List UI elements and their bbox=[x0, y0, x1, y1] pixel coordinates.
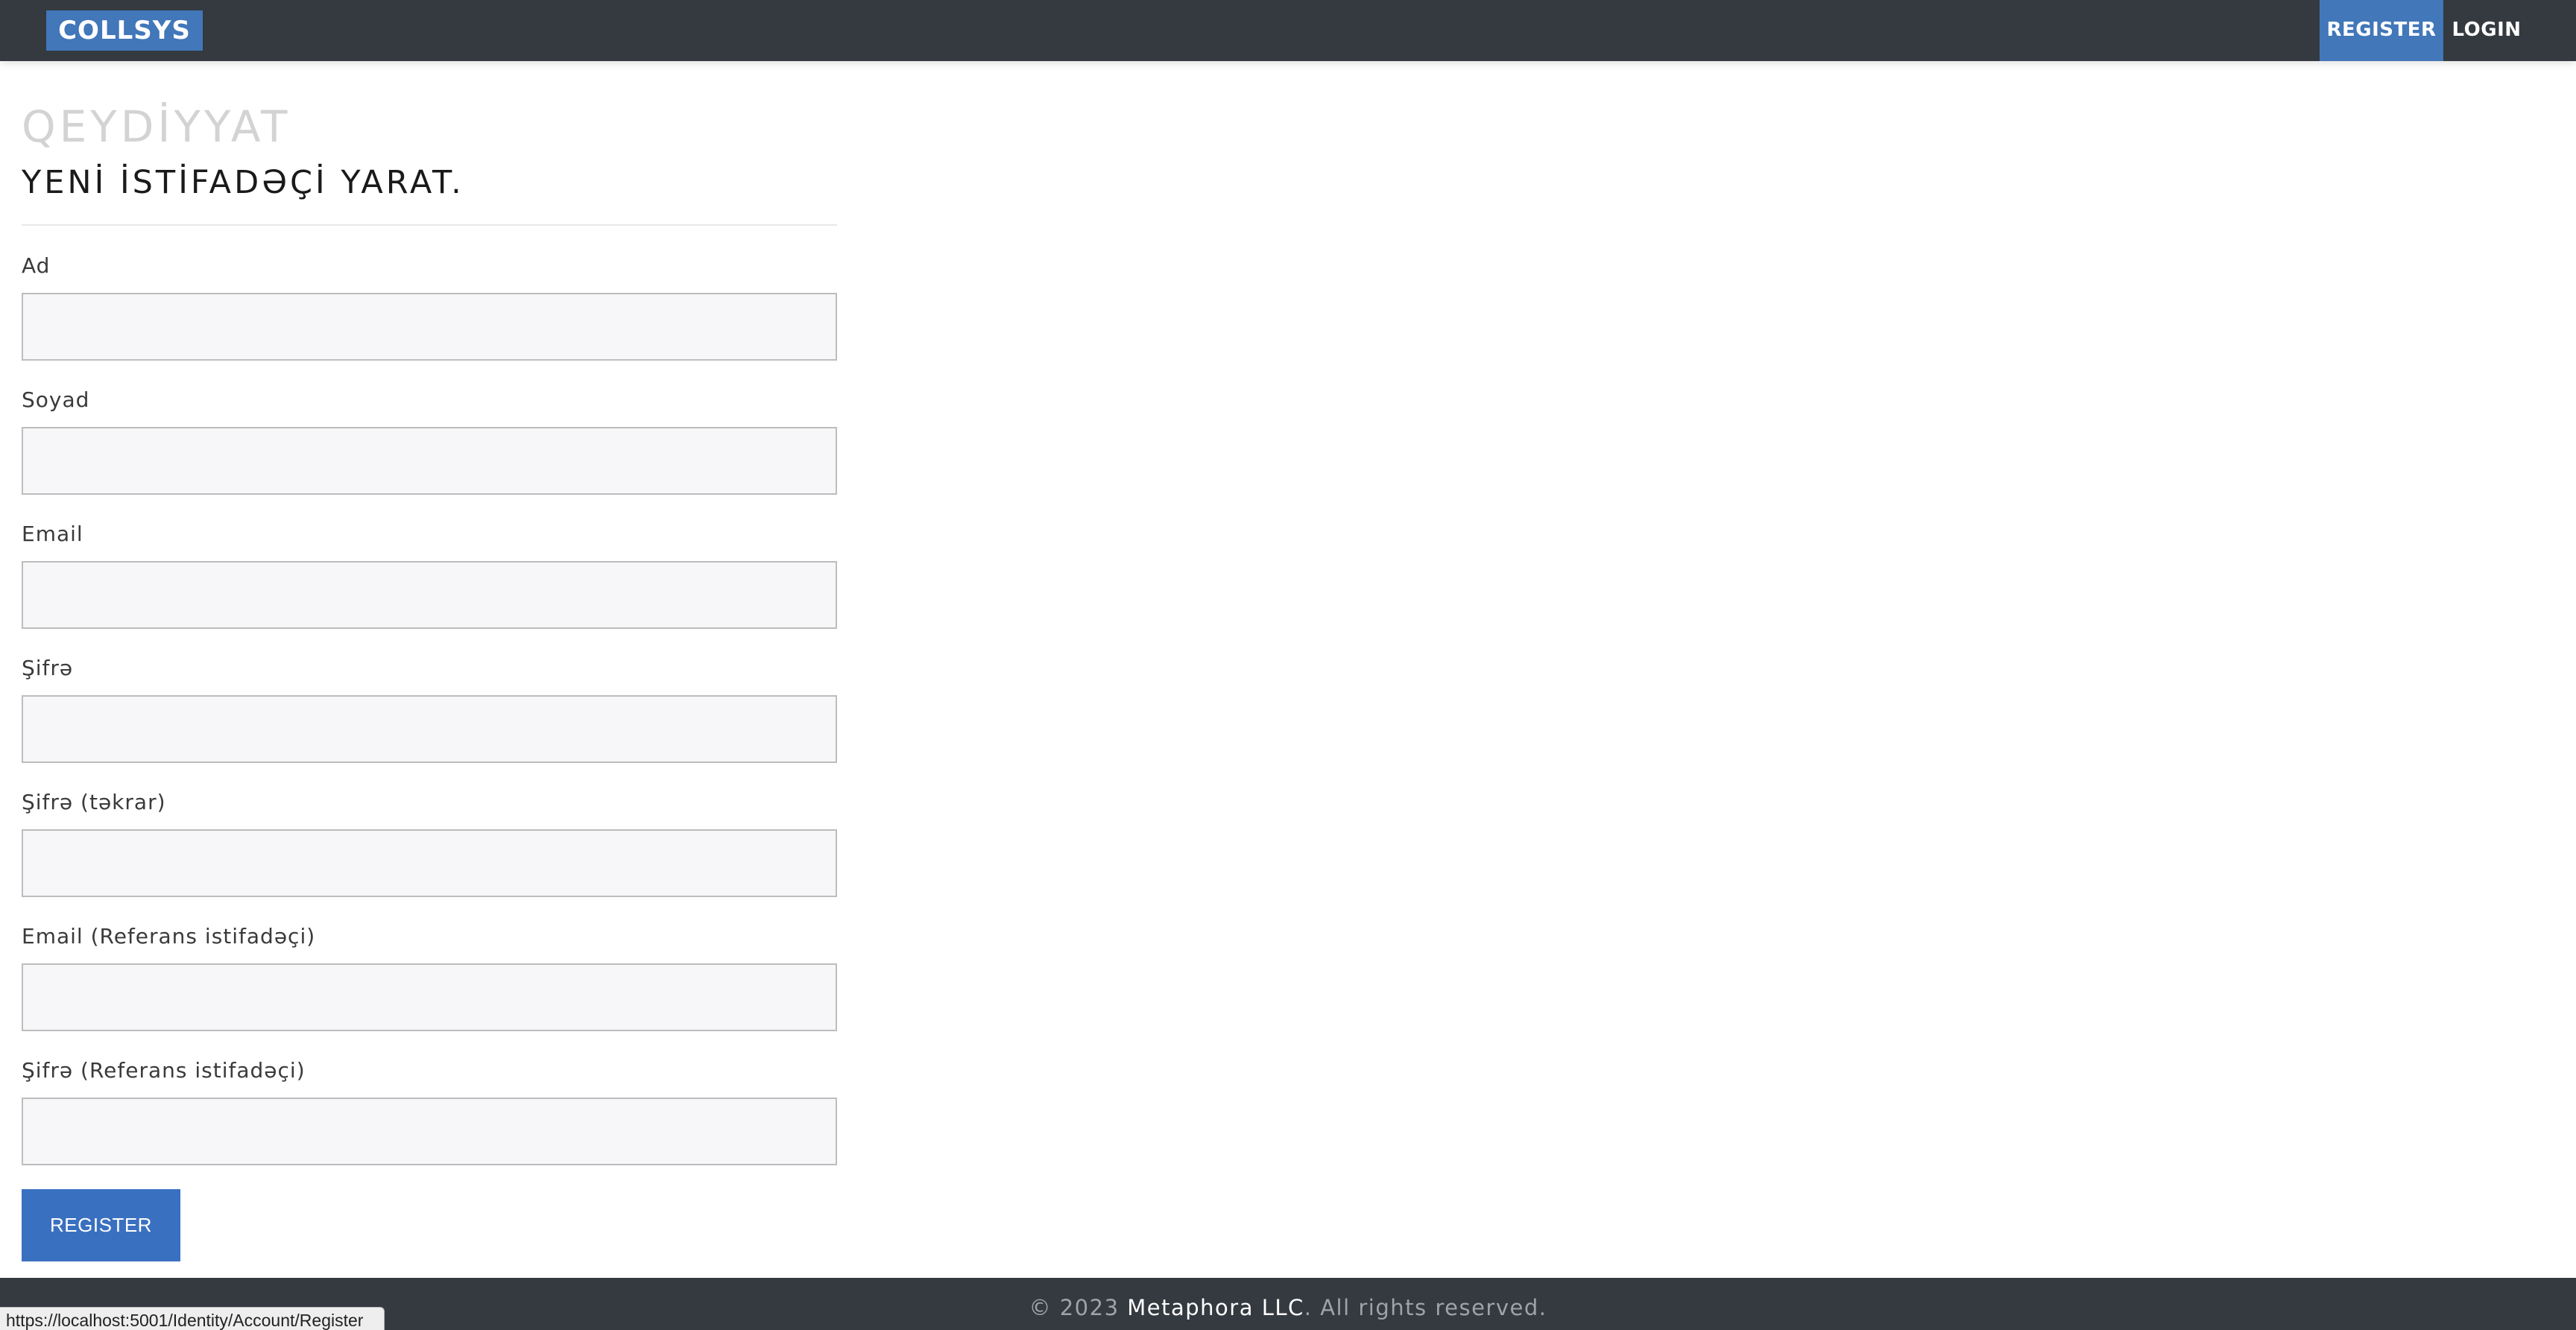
password-input[interactable] bbox=[22, 695, 837, 763]
footer-rights: . All rights reserved. bbox=[1304, 1295, 1547, 1320]
referral-password-input[interactable] bbox=[22, 1098, 837, 1165]
referral-password-label: Şifrə (Referans istifadəçi) bbox=[22, 1058, 306, 1083]
top-navbar: COLLSYS REGISTER LOGIN bbox=[0, 0, 2576, 61]
footer-company: Metaphora LLC bbox=[1127, 1295, 1304, 1320]
referral-email-label: Email (Referans istifadəçi) bbox=[22, 924, 316, 949]
brand-logo[interactable]: COLLSYS bbox=[46, 10, 203, 51]
referral-email-input[interactable] bbox=[22, 963, 837, 1031]
page-footer: © 2023 Metaphora LLC. All rights reserve… bbox=[0, 1278, 2576, 1330]
last-name-label: Soyad bbox=[22, 387, 90, 412]
status-bar-url: https://localhost:5001/Identity/Account/… bbox=[0, 1307, 385, 1330]
register-submit-button[interactable]: REGISTER bbox=[22, 1189, 180, 1261]
confirm-password-label: Şifrə (təkrar) bbox=[22, 790, 166, 814]
nav-register-link[interactable]: REGISTER bbox=[2320, 0, 2443, 61]
page-subtitle: YENİ İSTİFADƏÇİ YARAT. bbox=[22, 164, 464, 201]
email-label: Email bbox=[22, 522, 83, 546]
page-title: QEYDİYYAT bbox=[22, 101, 291, 152]
nav-login-link[interactable]: LOGIN bbox=[2443, 0, 2530, 61]
first-name-input[interactable] bbox=[22, 293, 837, 361]
password-label: Şifrə bbox=[22, 656, 74, 680]
last-name-input[interactable] bbox=[22, 427, 837, 495]
heading-divider bbox=[22, 224, 837, 226]
first-name-label: Ad bbox=[22, 253, 51, 278]
email-input[interactable] bbox=[22, 561, 837, 629]
confirm-password-input[interactable] bbox=[22, 829, 837, 897]
footer-copyright: © 2023 bbox=[1029, 1295, 1128, 1320]
